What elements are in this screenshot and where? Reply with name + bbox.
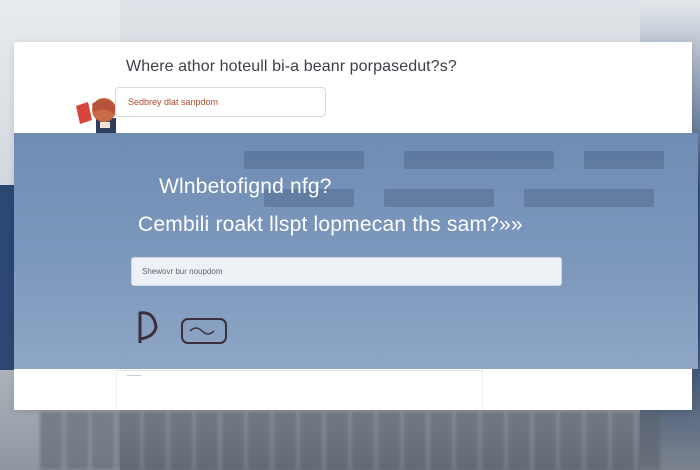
panel-question-1: Wlnbetofignd nfg? — [159, 175, 332, 198]
blue-panel: Wlnbetofignd nfg? Cembili roakt llspt lo… — [14, 133, 698, 369]
background-navy-strip — [0, 185, 14, 370]
text-cursor — [127, 375, 141, 376]
panel-question-2: Cembili roakt llspt lopmecan ths sam?»» — [138, 213, 523, 236]
header-input[interactable]: Sedbrey dlat sanpdom — [115, 87, 326, 117]
background-keyboard — [40, 412, 660, 470]
panel-input[interactable]: Shewovr bur noupdom — [131, 257, 562, 286]
background-sketch-icon — [138, 311, 227, 344]
header-question: Where athor hoteull bi-a beanr porpasedu… — [126, 58, 457, 75]
bottom-text-field[interactable] — [116, 370, 483, 406]
